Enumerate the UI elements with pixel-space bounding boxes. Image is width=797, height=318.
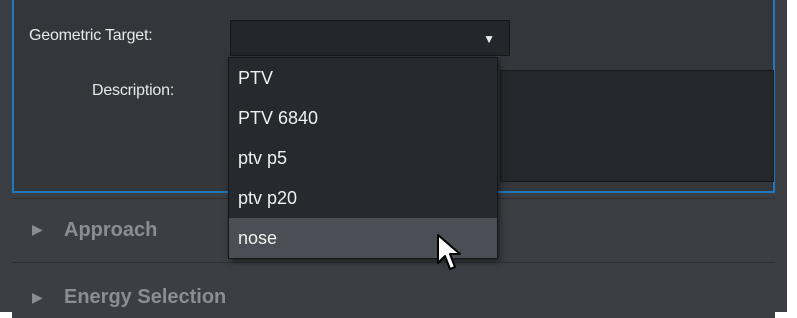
triangle-right-icon: ▶ [32,221,43,237]
description-label: Description: [92,82,175,99]
section-approach-label: Approach [64,219,158,241]
caret-down-icon: ▼ [483,32,495,46]
description-field[interactable] [500,70,774,182]
dropdown-option-ptv-p5[interactable]: ptv p5 [229,138,497,178]
section-energy-selection-label: Energy Selection [64,286,227,308]
dropdown-option-ptv[interactable]: PTV [229,58,497,98]
geometric-target-label: Geometric Target: [29,27,153,44]
window-edge [787,0,797,312]
geometric-target-dropdown-list: PTV PTV 6840 ptv p5 ptv p20 nose [228,57,498,259]
geometric-target-select[interactable]: ▼ [230,20,510,56]
app-window: Geometric Target: ▼ Description: ▶ Appro… [0,0,787,318]
dropdown-option-ptv-p20[interactable]: ptv p20 [229,178,497,218]
triangle-right-icon: ▶ [32,289,43,305]
section-energy-selection[interactable]: ▶ Energy Selection [12,262,775,318]
mouse-pointer-icon [437,234,461,270]
dropdown-option-ptv-6840[interactable]: PTV 6840 [229,98,497,138]
